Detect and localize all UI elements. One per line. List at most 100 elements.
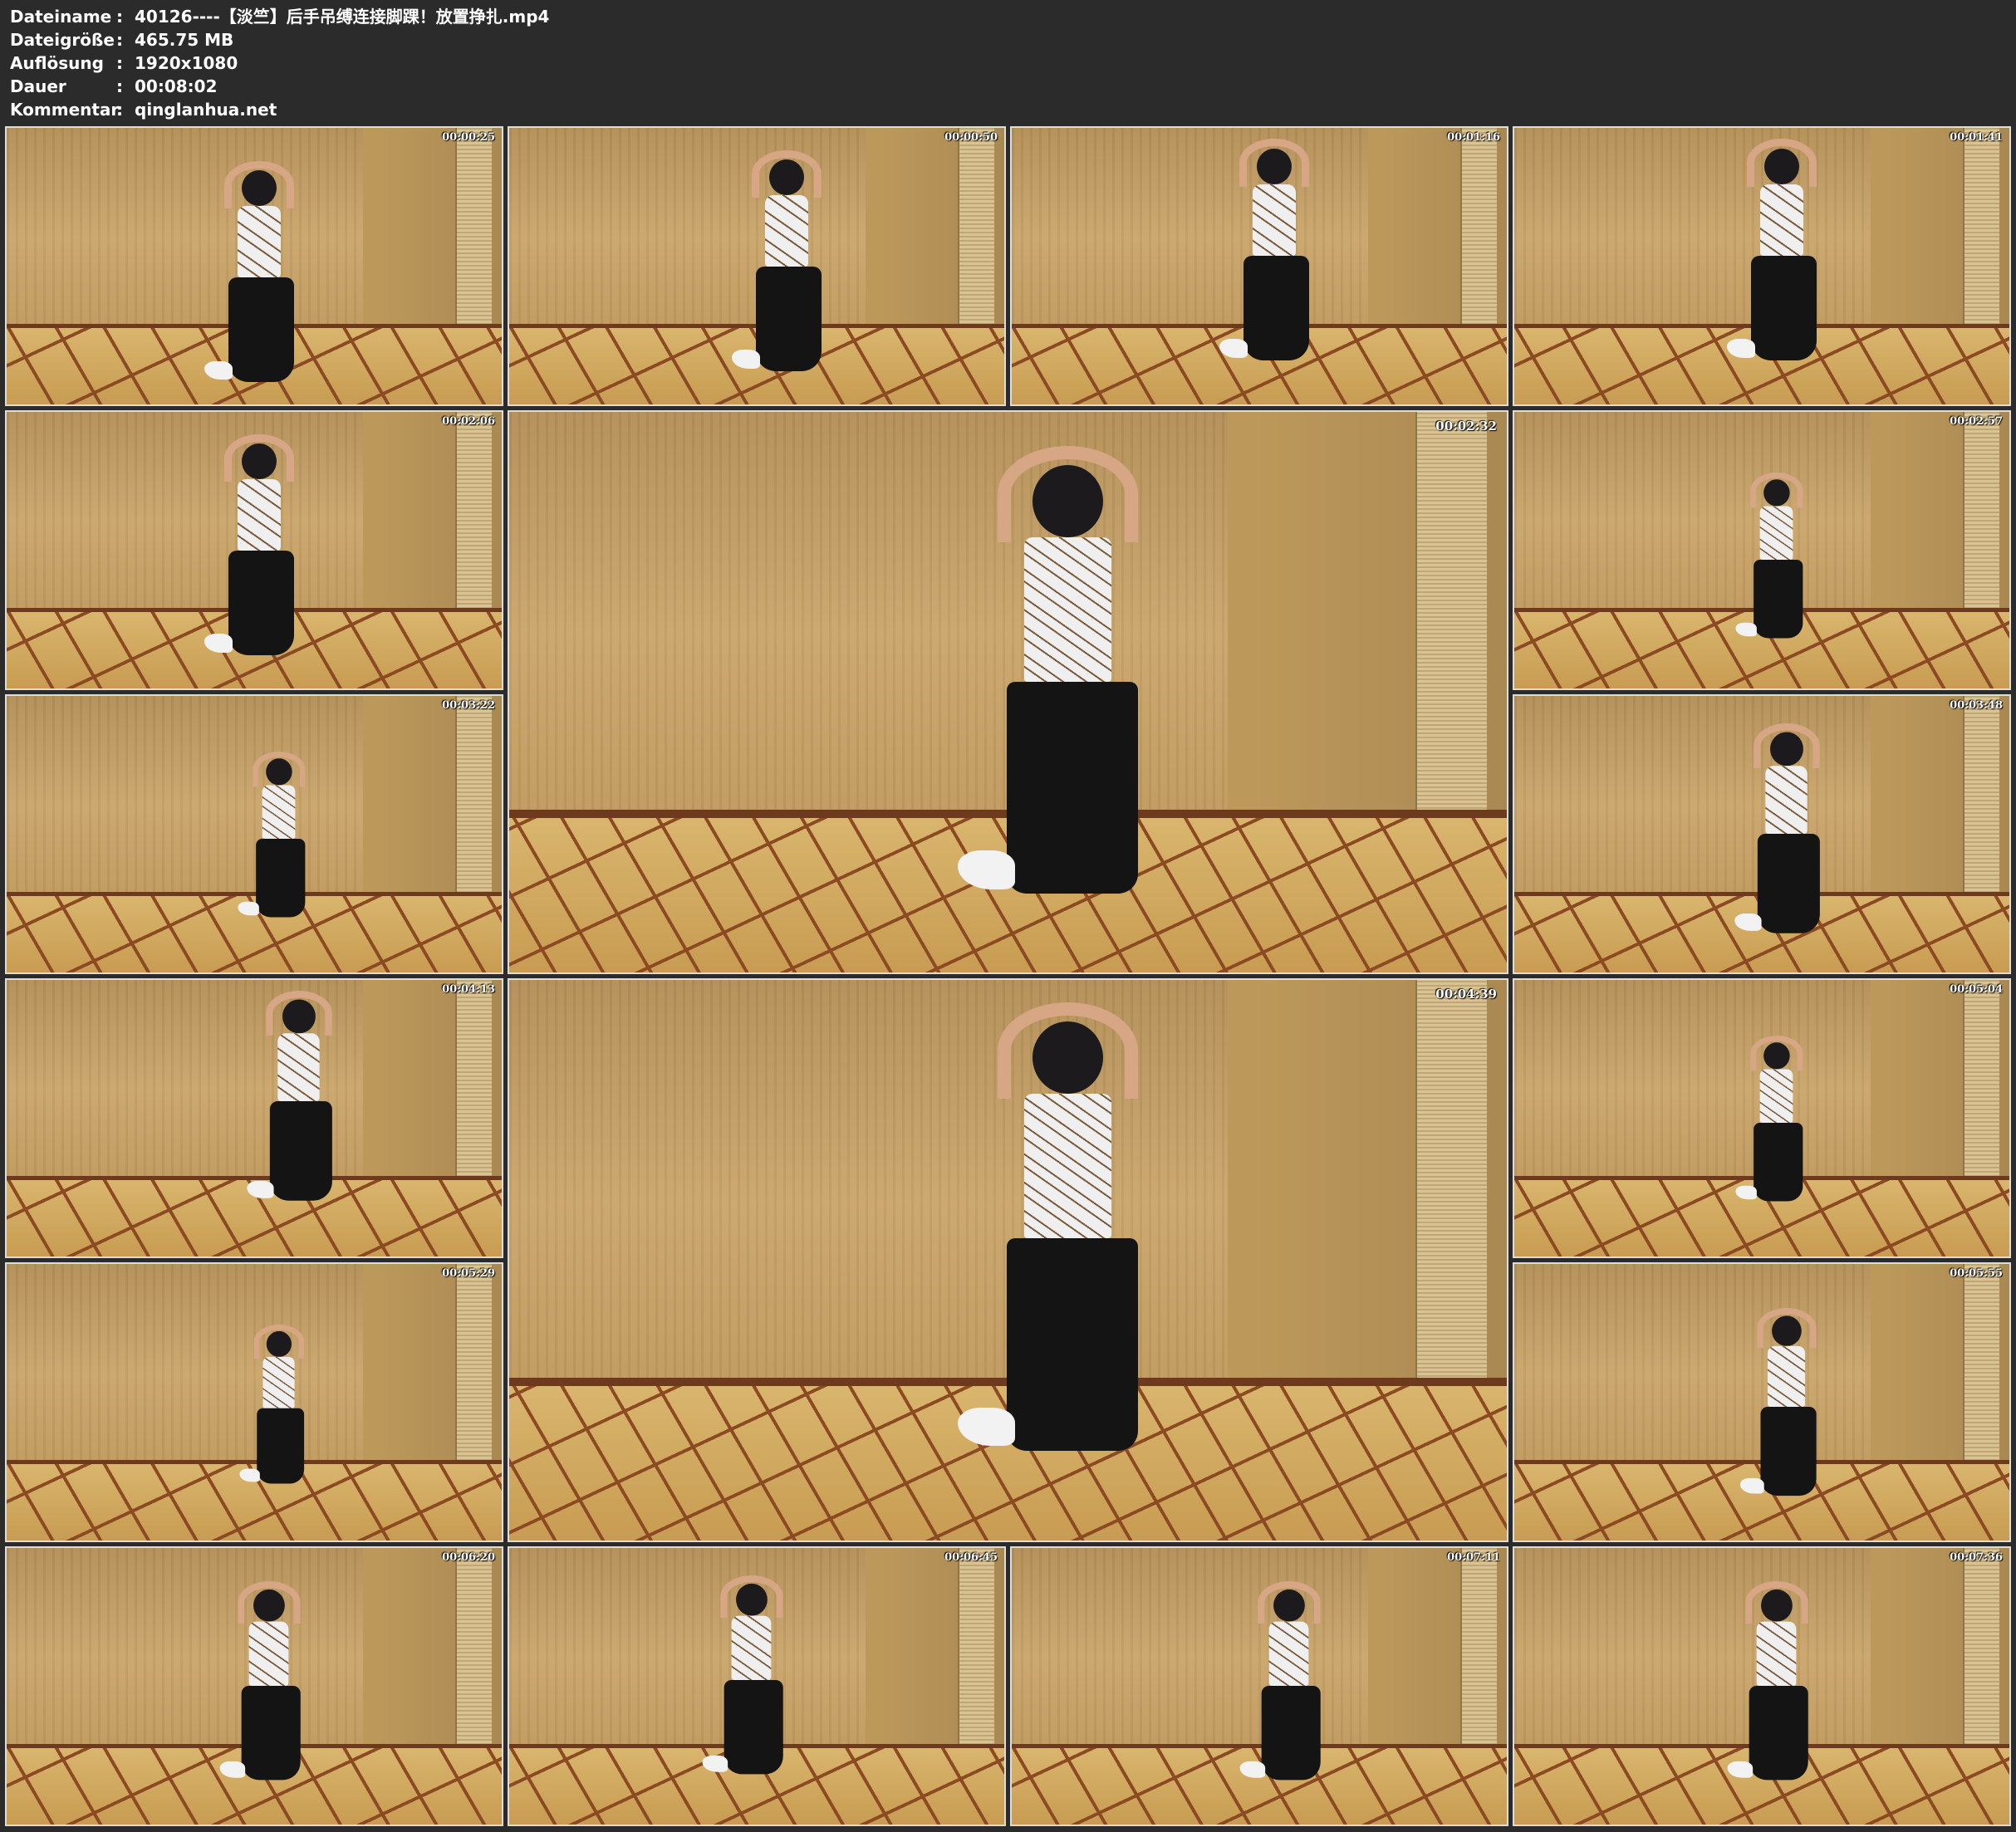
person-figure	[219, 1580, 318, 1795]
video-thumbnail[interactable]: 00:00:50	[508, 126, 1006, 406]
folding-screen	[958, 128, 995, 327]
legs	[228, 277, 294, 383]
video-thumbnail[interactable]: 00:03:48	[1513, 694, 2011, 974]
legs	[1751, 255, 1817, 360]
white-shoe	[958, 1407, 1016, 1447]
white-shoe	[204, 634, 233, 654]
video-thumbnail[interactable]: 00:03:22	[5, 694, 503, 974]
folding-screen	[455, 696, 493, 895]
white-shoe	[219, 1761, 246, 1779]
white-shoe	[1734, 913, 1762, 932]
person-figure	[1735, 1035, 1817, 1214]
timecode-label: 00:06:45	[944, 1551, 998, 1564]
timecode-label: 00:05:29	[442, 1267, 495, 1280]
white-shoe	[732, 350, 761, 370]
roped-torso	[1023, 536, 1112, 682]
roped-torso	[262, 1357, 295, 1409]
folding-screen	[1963, 980, 2000, 1179]
legs	[1261, 1686, 1321, 1781]
white-shoe	[1727, 1761, 1754, 1779]
folding-screen	[1963, 128, 2000, 327]
white-shoe	[1735, 622, 1758, 637]
person-figure	[1727, 1580, 1826, 1795]
person-figure	[958, 445, 1177, 928]
head	[1763, 1042, 1790, 1070]
white-shoe	[1219, 338, 1248, 358]
head	[768, 159, 804, 196]
roped-torso	[1760, 1069, 1793, 1123]
white-shoe	[958, 850, 1016, 889]
video-thumbnail[interactable]: 00:07:36	[1513, 1546, 2011, 1826]
person-figure	[732, 149, 841, 388]
person-figure	[1735, 473, 1817, 651]
video-thumbnail[interactable]: 00:01:41	[1513, 126, 2011, 406]
video-thumbnail[interactable]: 00:05:04	[1513, 978, 2011, 1258]
timecode-label: 00:02:32	[1435, 419, 1497, 434]
timecode-label: 00:00:25	[442, 131, 495, 144]
folding-screen	[1415, 412, 1487, 816]
roped-torso	[1757, 1621, 1797, 1687]
legs	[1760, 1407, 1817, 1496]
timecode-label: 00:02:06	[442, 415, 495, 428]
legs	[1006, 1238, 1139, 1451]
timecode-label: 00:01:41	[1950, 131, 2003, 144]
video-thumbnail[interactable]: 00:06:20	[5, 1546, 503, 1826]
white-shoe	[1740, 1477, 1765, 1495]
timecode-label: 00:06:20	[442, 1551, 495, 1564]
video-thumbnail[interactable]: 00:05:55	[1513, 1262, 2011, 1542]
timecode-label: 00:04:13	[442, 983, 495, 996]
legs	[1754, 1122, 1803, 1202]
video-thumbnail[interactable]: 00:07:11	[1010, 1546, 1508, 1826]
video-thumbnail[interactable]: 00:04:13	[5, 978, 503, 1258]
person-figure	[1239, 1580, 1338, 1795]
person-figure	[1219, 139, 1328, 376]
person-figure	[958, 1002, 1177, 1485]
head	[1763, 148, 1799, 184]
video-thumbnail[interactable]: 00:05:29	[5, 1262, 503, 1542]
timecode-label: 00:00:50	[944, 131, 998, 144]
timecode-label: 00:04:39	[1435, 987, 1497, 1002]
timecode-label: 00:05:55	[1950, 1267, 2003, 1280]
video-thumbnail[interactable]: 00:02:57	[1513, 410, 2011, 690]
roped-torso	[1252, 184, 1297, 256]
legs	[1754, 560, 1803, 639]
legs	[228, 550, 294, 655]
person-figure	[703, 1575, 801, 1790]
video-thumbnail[interactable]: 00:02:06	[5, 410, 503, 690]
white-shoe	[1727, 338, 1756, 358]
head	[1033, 1021, 1103, 1095]
white-shoe	[239, 1468, 261, 1482]
head	[1256, 148, 1292, 184]
video-thumbnail[interactable]: 00:02:32	[508, 410, 1508, 974]
timecode-label: 00:03:48	[1950, 699, 2003, 712]
person-figure	[204, 160, 313, 399]
legs	[241, 1686, 301, 1781]
legs	[1006, 681, 1139, 894]
roped-torso	[1768, 1346, 1806, 1408]
roped-torso	[1023, 1094, 1112, 1239]
head	[1273, 1590, 1305, 1622]
folding-screen	[1415, 980, 1487, 1384]
roped-torso	[262, 785, 296, 839]
head	[266, 758, 292, 786]
timecode-label: 00:02:57	[1950, 415, 2003, 428]
person-figure	[1740, 1308, 1832, 1510]
video-thumbnail[interactable]: 00:01:16	[1010, 126, 1508, 406]
video-thumbnail[interactable]: 00:04:39	[508, 978, 1508, 1542]
white-shoe	[238, 901, 260, 916]
folding-screen	[455, 1548, 493, 1747]
head	[1033, 464, 1103, 537]
video-thumbnail[interactable]: 00:00:25	[5, 126, 503, 406]
person-figure	[238, 751, 320, 930]
timecode-label: 00:07:36	[1950, 1551, 2003, 1564]
white-shoe	[1735, 1185, 1758, 1200]
video-thumbnail[interactable]: 00:06:45	[508, 1546, 1006, 1826]
legs	[256, 838, 306, 918]
folding-screen	[1963, 696, 2000, 895]
legs	[1243, 255, 1309, 360]
folding-screen	[455, 128, 493, 327]
folding-screen	[455, 412, 493, 611]
roped-torso	[1760, 507, 1793, 561]
timecode-label: 00:01:16	[1447, 131, 1500, 144]
roped-torso	[237, 206, 282, 278]
